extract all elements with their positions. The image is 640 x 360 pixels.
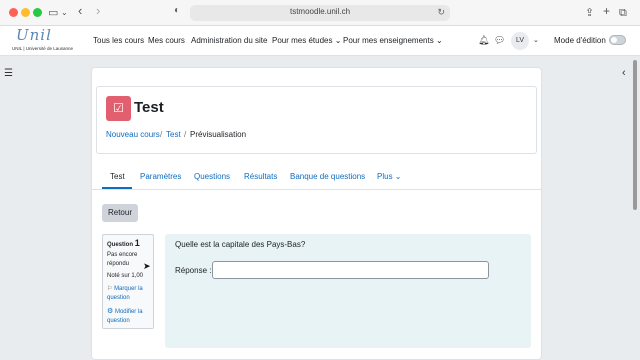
tab-plus[interactable]: Plus ⌄ <box>377 172 402 181</box>
edit-question-link[interactable]: ⚙ Modifier la question <box>107 307 152 326</box>
browser-toolbar: ▭ ⌄ ‹ › ◐ tstmoodle.unil.ch ↻ ⇪ + ⧉ <box>0 0 640 26</box>
tab-test[interactable]: Test <box>110 172 125 181</box>
block-drawer-chevron-icon[interactable]: ‹ <box>622 67 626 79</box>
mouse-pointer-icon: ➤ <box>143 261 151 271</box>
url-text: tstmoodle.unil.ch <box>289 7 351 16</box>
tab-questions[interactable]: Questions <box>194 172 230 181</box>
gear-icon: ⚙ <box>107 308 114 315</box>
flag-icon: ⚐ <box>107 286 113 292</box>
logo-script: Unil <box>16 26 52 44</box>
page-header <box>96 86 537 154</box>
page-scrollbar[interactable] <box>633 60 637 210</box>
tab-banque-de-questions[interactable]: Banque de questions <box>290 172 365 181</box>
privacy-shield-icon[interactable]: ◐ <box>174 5 180 16</box>
answer-input[interactable] <box>212 261 489 279</box>
edit-question-label: Modifier la question <box>107 309 143 324</box>
tabs-overview-icon[interactable]: ⧉ <box>619 5 627 21</box>
close-window-button[interactable] <box>9 8 18 17</box>
reload-icon[interactable]: ↻ <box>437 7 445 18</box>
tab-parametres[interactable]: Paramètres <box>140 172 181 181</box>
unil-logo[interactable]: Unil UNIL | Université de Lausanne <box>10 26 82 54</box>
tab-resultats[interactable]: Résultats <box>244 172 277 181</box>
breadcrumb-current: Prévisualisation <box>190 130 247 139</box>
chat-icon[interactable]: 💬︎ <box>494 35 505 46</box>
breadcrumb-test[interactable]: Test <box>166 130 181 139</box>
site-navbar: Unil UNIL | Université de Lausanne Tous … <box>0 26 640 56</box>
edit-mode-label: Mode d'édition <box>554 36 606 45</box>
question-content <box>165 234 531 348</box>
breadcrumb-separator: / <box>160 130 163 139</box>
chevron-down-icon[interactable]: ⌄ <box>533 36 539 44</box>
breadcrumb-nouveau-cours[interactable]: Nouveau cours <box>106 130 160 139</box>
question-number: Question 1 <box>107 238 140 248</box>
bell-icon[interactable]: 🔔︎ <box>478 35 489 46</box>
new-tab-icon[interactable]: + <box>603 3 610 19</box>
zoom-window-button[interactable] <box>33 8 42 17</box>
address-bar[interactable]: tstmoodle.unil.ch ↻ <box>190 5 450 21</box>
breadcrumb-separator: / <box>184 130 187 139</box>
nav-administration[interactable]: Administration du site <box>191 36 267 45</box>
question-grade: Noté sur 1,00 <box>107 273 144 279</box>
flag-question-link[interactable]: ⚐ Marquer la question <box>107 285 152 303</box>
avatar[interactable]: LV <box>511 32 529 50</box>
toggle-knob <box>611 37 617 43</box>
minimize-window-button[interactable] <box>21 8 30 17</box>
back-button[interactable]: Retour <box>102 204 138 222</box>
page-title: Test <box>134 99 164 116</box>
nav-pour-mes-enseignements[interactable]: Pour mes enseignements ⌄ <box>343 36 443 45</box>
question-text: Quelle est la capitale des Pays-Bas? <box>175 240 306 249</box>
nav-mes-cours[interactable]: Mes cours <box>148 36 185 45</box>
answer-label: Réponse : <box>175 266 212 275</box>
share-icon[interactable]: ⇪ <box>585 5 594 21</box>
question-prefix: Question <box>107 242 134 248</box>
nav-tous-les-cours[interactable]: Tous les cours <box>93 36 144 45</box>
logo-subtitle: UNIL | Université de Lausanne <box>12 46 74 51</box>
quiz-icon: ☑ <box>106 96 131 121</box>
tabs-divider <box>92 189 541 190</box>
question-number-value: 1 <box>134 238 140 248</box>
sidebar-toggle-icon[interactable]: ▭ <box>48 5 58 21</box>
flag-question-label: Marquer la question <box>107 286 143 301</box>
chevron-down-icon[interactable]: ⌄ <box>61 5 68 21</box>
forward-arrow-icon[interactable]: › <box>96 3 100 19</box>
edit-mode-toggle[interactable] <box>609 35 626 45</box>
course-index-drawer-icon[interactable]: ☰ <box>4 68 13 79</box>
back-arrow-icon[interactable]: ‹ <box>78 3 82 19</box>
nav-pour-mes-etudes[interactable]: Pour mes études ⌄ <box>272 36 341 45</box>
